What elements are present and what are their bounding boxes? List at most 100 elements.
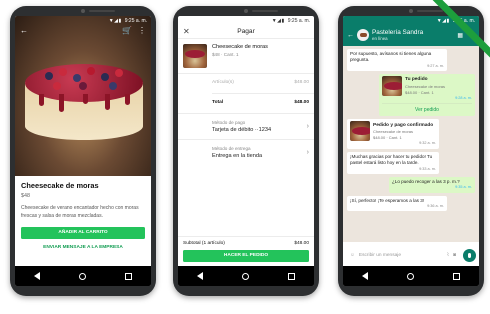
items-label: Artículo(s) bbox=[212, 80, 234, 85]
chevron-right-icon: › bbox=[306, 149, 309, 156]
back-arrow-icon[interactable]: ← bbox=[347, 32, 354, 39]
nav-back-icon[interactable] bbox=[34, 272, 41, 280]
speaker bbox=[89, 10, 115, 12]
more-options-icon[interactable]: ⋮ bbox=[138, 26, 146, 35]
items-row: Artículo(s) $48.00 bbox=[178, 74, 314, 93]
phone-product: ▼◢▮ 9:25 a. m. ← 🛒 ⋮ Cheesecake de moras… bbox=[10, 6, 156, 296]
checkout-header: ✕ Pagar bbox=[178, 25, 314, 39]
nav-recents-icon[interactable] bbox=[287, 272, 295, 280]
message-time: 9:36 a. m. bbox=[427, 204, 444, 209]
product-thumbnail bbox=[350, 121, 370, 142]
message-time: 9:33 a. m. bbox=[419, 166, 436, 171]
nav-recents-icon[interactable] bbox=[452, 272, 460, 280]
emoji-icon[interactable]: ☺ bbox=[350, 253, 355, 258]
subtotal-value: $48.00 bbox=[294, 241, 309, 246]
attach-icon[interactable]: ⌇ bbox=[447, 253, 449, 258]
product-title: Cheesecake de moras bbox=[21, 181, 99, 190]
send-message-button[interactable]: ENVIAR MENSAJE A LA EMPRESA bbox=[21, 242, 145, 254]
system-nav-bar bbox=[178, 266, 314, 286]
total-label: Total bbox=[212, 100, 224, 105]
payment-method-selector[interactable]: Método de pago Tarjeta de débito ··1234 … bbox=[178, 113, 314, 139]
total-value: $48.00 bbox=[294, 100, 309, 105]
status-bar: ▼◢▮ 9:25 a. m. bbox=[15, 16, 151, 25]
contact-status: en línea bbox=[372, 36, 388, 42]
message-outgoing: ¿Lo puedo recoger a las 3 p. m.? 9:35 a.… bbox=[389, 176, 475, 193]
message-input[interactable]: ☺ Escribir un mensaje ⌇ ◙ bbox=[346, 249, 460, 262]
product-description: Cheesecake de verano encantador hecho co… bbox=[21, 205, 139, 219]
total-row: Total $48.00 bbox=[178, 94, 314, 113]
product-price: $48 bbox=[21, 193, 30, 199]
message-text: ¿Lo puedo recoger a las 3 p. m.? bbox=[392, 178, 460, 184]
message-text: Por supuesto, avísanos si tienes alguna … bbox=[350, 51, 432, 63]
message-input-placeholder: Escribir un mensaje bbox=[358, 253, 402, 258]
corner-ribbon bbox=[430, 0, 490, 60]
avatar[interactable] bbox=[357, 29, 369, 41]
chat-messages: Por supuesto, avísanos si tienes alguna … bbox=[343, 46, 479, 242]
payment-method-label: Método de pago bbox=[212, 120, 246, 125]
status-bar: ▼◢▮ 9:25 a. m. bbox=[178, 16, 314, 25]
back-arrow-icon[interactable]: ← bbox=[20, 26, 28, 35]
nav-back-icon[interactable] bbox=[362, 272, 369, 280]
nav-home-icon[interactable] bbox=[78, 272, 86, 280]
delivery-method-value: Entrega en la tienda bbox=[212, 153, 263, 159]
confirmation-title: Pedido y pago confirmado bbox=[373, 122, 434, 128]
product-image: ▼◢▮ 9:25 a. m. ← 🛒 ⋮ bbox=[15, 16, 151, 176]
payment-method-value: Tarjeta de débito ··1234 bbox=[212, 127, 272, 133]
message-time: 9:32 a. m. bbox=[419, 141, 436, 146]
chevron-right-icon: › bbox=[306, 123, 309, 130]
status-time: 9:25 a. m. bbox=[287, 17, 310, 24]
mic-icon[interactable] bbox=[463, 249, 476, 262]
system-nav-bar bbox=[343, 266, 479, 286]
message-text: ¡Muchas gracias por hacer tu pedido! Tu … bbox=[350, 153, 433, 166]
close-icon[interactable]: ✕ bbox=[183, 27, 197, 36]
subtotal-label: Subtotal (1 artículo) bbox=[183, 241, 225, 246]
cart-icon[interactable]: 🛒 bbox=[122, 26, 132, 35]
cake-illustration bbox=[25, 64, 143, 156]
items-value: $48.00 bbox=[294, 80, 309, 85]
camera-icon[interactable]: ◙ bbox=[453, 253, 456, 258]
speaker bbox=[252, 10, 278, 12]
status-time: 9:25 a. m. bbox=[124, 17, 147, 24]
nav-home-icon[interactable] bbox=[406, 272, 414, 280]
message-text: ¡Sí, perfecto! ¡Te esperamos a las 3! bbox=[350, 197, 425, 203]
camera bbox=[81, 9, 85, 13]
order-card-line1: Cheesecake de moras bbox=[405, 83, 446, 89]
status-icons: ▼◢▮ bbox=[271, 17, 285, 24]
order-card-line2: $48.00 · Cant. 1 bbox=[405, 89, 434, 95]
message-incoming: ¡Muchas gracias por hacer tu pedido! Tu … bbox=[347, 151, 439, 174]
checkout-title: Pagar bbox=[237, 28, 255, 35]
checkout-footer: Subtotal (1 artículo) $48.00 HACER EL PE… bbox=[178, 236, 314, 266]
nav-home-icon[interactable] bbox=[241, 272, 249, 280]
system-nav-bar bbox=[15, 266, 151, 286]
confirmation-line2: $48.00 · Cant. 1 bbox=[373, 134, 402, 140]
product-info: Cheesecake de moras $48 Cheesecake de ve… bbox=[15, 176, 151, 259]
confirmation-card-message: Pedido y pago confirmado Cheesecake de m… bbox=[347, 119, 439, 149]
item-subtitle: $48 · Cant. 1 bbox=[212, 52, 239, 57]
showcase-canvas: ▼◢▮ 9:25 a. m. ← 🛒 ⋮ Cheesecake de moras… bbox=[0, 0, 490, 314]
message-incoming: ¡Sí, perfecto! ¡Te esperamos a las 3! 9:… bbox=[347, 195, 447, 212]
product-screen: ▼◢▮ 9:25 a. m. ← 🛒 ⋮ Cheesecake de moras… bbox=[15, 16, 151, 286]
checkout-screen: ▼◢▮ 9:25 a. m. ✕ Pagar Cheesecake de mor… bbox=[178, 16, 314, 286]
view-order-button[interactable]: Ver pedido bbox=[382, 103, 472, 114]
message-composer: ☺ Escribir un mensaje ⌇ ◙ bbox=[346, 248, 476, 263]
delivery-method-label: Método de entrega bbox=[212, 146, 251, 151]
order-card-title: Tu pedido bbox=[405, 77, 428, 83]
message-time: 9:27 a. m. bbox=[427, 63, 444, 68]
item-title: Cheesecake de moras bbox=[212, 44, 268, 50]
message-time: 9:35 a. m. bbox=[455, 185, 472, 190]
camera bbox=[244, 9, 248, 13]
nav-recents-icon[interactable] bbox=[124, 272, 132, 280]
delivery-method-selector[interactable]: Método de entrega Entrega en la tienda › bbox=[178, 139, 314, 165]
product-toolbar: ← 🛒 ⋮ bbox=[15, 26, 151, 35]
place-order-button[interactable]: HACER EL PEDIDO bbox=[183, 250, 309, 262]
add-to-cart-button[interactable]: AÑADIR AL CARRITO bbox=[21, 226, 145, 239]
status-icons: ▼◢▮ bbox=[108, 17, 122, 24]
contact-name[interactable]: Pastelería Sandra bbox=[372, 29, 423, 36]
phone-checkout: ▼◢▮ 9:25 a. m. ✕ Pagar Cheesecake de mor… bbox=[173, 6, 319, 296]
subtotal-row: Subtotal (1 artículo) $48.00 bbox=[183, 237, 309, 250]
product-thumbnail bbox=[382, 76, 402, 97]
message-time: 9:28 a. m. bbox=[455, 96, 472, 101]
order-item: Cheesecake de moras $48 · Cant. 1 bbox=[178, 39, 314, 74]
nav-back-icon[interactable] bbox=[197, 272, 204, 280]
camera bbox=[409, 9, 413, 13]
